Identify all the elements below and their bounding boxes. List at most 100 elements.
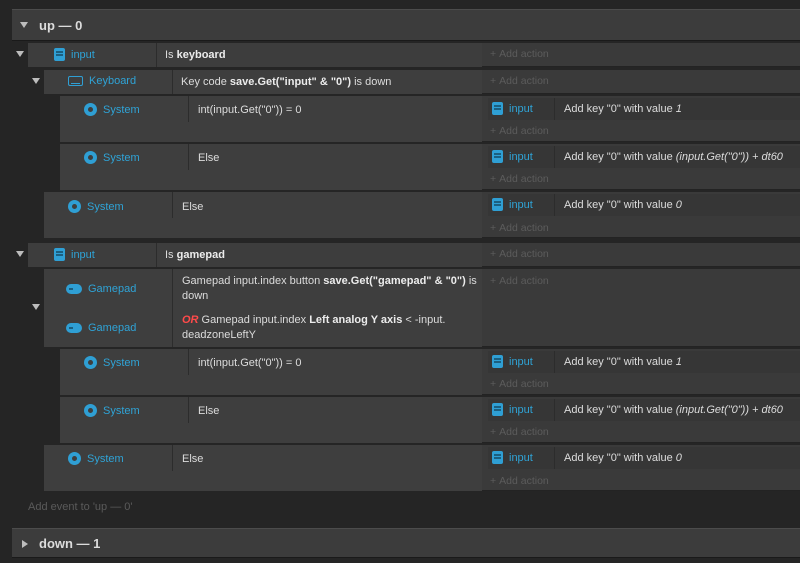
array-object-icon xyxy=(492,150,503,163)
expand-triangle-icon[interactable] xyxy=(22,540,28,548)
collapse-triangle-icon[interactable] xyxy=(20,22,28,28)
event-group-down[interactable]: down — 1 xyxy=(12,528,800,558)
cond-suffix: is xyxy=(465,275,477,287)
condition-object: System xyxy=(84,356,140,369)
add-action-link[interactable]: + Add action xyxy=(490,248,549,260)
array-object-icon xyxy=(492,355,503,368)
add-action-link[interactable]: + Add action xyxy=(490,125,549,137)
condition-text[interactable]: Is gamepad xyxy=(165,248,225,263)
condition-text[interactable]: Gamepad input.index button save.Get("gam… xyxy=(182,274,480,304)
gamepad-icon xyxy=(66,323,82,333)
add-action-link[interactable]: + Add action xyxy=(490,75,549,87)
add-action-label: Add action xyxy=(499,173,549,185)
plus-icon: + xyxy=(490,222,497,234)
event-row[interactable]: System int(input.Get("0")) = 0 input Add… xyxy=(60,349,800,395)
condition-block[interactable]: System Else xyxy=(60,144,482,190)
event-row[interactable]: System int(input.Get("0")) = 0 input Add… xyxy=(60,96,800,142)
action-value: 1 xyxy=(675,356,682,368)
event-row[interactable]: System Else input Add key "0" with value… xyxy=(60,397,800,443)
add-action-link[interactable]: + Add action xyxy=(490,222,549,234)
action-row[interactable]: input Add key "0" with value (input.Get(… xyxy=(488,146,800,168)
add-action-label: Add action xyxy=(499,125,549,137)
plus-icon: + xyxy=(490,125,497,137)
condition-text[interactable]: Else xyxy=(198,151,219,166)
gear-icon xyxy=(68,452,81,465)
object-name: input xyxy=(509,403,533,416)
collapse-triangle-icon[interactable] xyxy=(16,51,24,57)
plus-icon: + xyxy=(490,48,497,60)
object-name: System xyxy=(103,103,140,116)
collapse-triangle-icon[interactable] xyxy=(16,251,24,257)
cond-keyword: save.Get("gamepad" & "0") xyxy=(323,275,466,287)
action-text[interactable]: Add key "0" with value 0 xyxy=(564,198,682,213)
condition-text[interactable]: Else xyxy=(198,404,219,419)
gamepad-icon xyxy=(66,284,82,294)
event-row[interactable]: Gamepad Gamepad Gamepad input.index butt… xyxy=(44,269,800,347)
event-row[interactable]: System Else input Add key "0" with value… xyxy=(44,192,800,238)
add-action-label: Add action xyxy=(499,426,549,438)
event-row[interactable]: input Is keyboard + Add action xyxy=(28,43,800,67)
condition-block[interactable]: System Else xyxy=(60,397,482,443)
action-object: input xyxy=(492,451,533,464)
collapse-triangle-icon[interactable] xyxy=(32,304,40,310)
event-group-up[interactable]: up — 0 xyxy=(12,9,800,41)
action-row[interactable]: input Add key "0" with value 1 xyxy=(488,98,800,120)
event-row[interactable]: System Else input Add key "0" with value… xyxy=(60,144,800,190)
action-prefix: Add key "0" with value xyxy=(564,199,676,211)
event-row[interactable]: input Is gamepad + Add action xyxy=(28,243,800,267)
cond-prefix: Is xyxy=(165,49,177,61)
condition-text[interactable]: OR Gamepad input.index Left analog Y axi… xyxy=(182,313,480,343)
cond-prefix: Gamepad input.index xyxy=(198,314,310,326)
action-prefix: Add key "0" with value xyxy=(564,151,676,163)
condition-text[interactable]: Else xyxy=(182,452,203,467)
condition-text[interactable]: Else xyxy=(182,200,203,215)
plus-icon: + xyxy=(490,426,497,438)
condition-text[interactable]: int(input.Get("0")) = 0 xyxy=(198,356,302,371)
condition-block[interactable]: System int(input.Get("0")) = 0 xyxy=(60,349,482,395)
plus-icon: + xyxy=(490,173,497,185)
condition-block[interactable]: input Is gamepad xyxy=(28,243,482,267)
action-value: 0 xyxy=(675,452,682,464)
action-row[interactable]: input Add key "0" with value 0 xyxy=(488,194,800,216)
collapse-triangle-icon[interactable] xyxy=(32,78,40,84)
gear-icon xyxy=(68,200,81,213)
action-text[interactable]: Add key "0" with value 0 xyxy=(564,451,682,466)
object-name: input xyxy=(509,355,533,368)
action-row[interactable]: input Add key "0" with value 1 xyxy=(488,351,800,373)
action-row[interactable]: input Add key "0" with value (input.Get(… xyxy=(488,399,800,421)
add-action-link[interactable]: + Add action xyxy=(490,378,549,390)
or-keyword: OR xyxy=(182,314,199,326)
object-name: input xyxy=(509,150,533,163)
add-action-link[interactable]: + Add action xyxy=(490,475,549,487)
add-action-link[interactable]: + Add action xyxy=(490,426,549,438)
action-text[interactable]: Add key "0" with value (input.Get("0")) … xyxy=(564,403,783,418)
condition-block[interactable]: Keyboard Key code save.Get("input" & "0"… xyxy=(44,70,482,94)
condition-object: System xyxy=(84,404,140,417)
event-row[interactable]: Keyboard Key code save.Get("input" & "0"… xyxy=(44,70,800,94)
gear-icon xyxy=(84,103,97,116)
action-text[interactable]: Add key "0" with value (input.Get("0")) … xyxy=(564,150,783,165)
plus-icon: + xyxy=(490,248,497,260)
add-action-link[interactable]: + Add action xyxy=(490,173,549,185)
condition-text[interactable]: Is keyboard xyxy=(165,48,226,63)
action-prefix: Add key "0" with value xyxy=(564,103,676,115)
condition-block[interactable]: System Else xyxy=(44,192,482,238)
condition-block[interactable]: Gamepad Gamepad Gamepad input.index butt… xyxy=(44,269,482,347)
cond-line2: down xyxy=(182,290,209,302)
condition-object: System xyxy=(84,151,140,164)
action-row[interactable]: input Add key "0" with value 0 xyxy=(488,447,800,469)
add-action-link[interactable]: + Add action xyxy=(490,48,549,60)
action-text[interactable]: Add key "0" with value 1 xyxy=(564,102,682,117)
condition-block[interactable]: System int(input.Get("0")) = 0 xyxy=(60,96,482,142)
add-action-link[interactable]: + Add action xyxy=(490,275,549,287)
condition-text[interactable]: int(input.Get("0")) = 0 xyxy=(198,103,302,118)
action-object: input xyxy=(492,150,533,163)
condition-block[interactable]: input Is keyboard xyxy=(28,43,482,67)
object-name: System xyxy=(103,404,140,417)
add-event-link[interactable]: Add event to 'up — 0' xyxy=(28,501,133,513)
action-text[interactable]: Add key "0" with value 1 xyxy=(564,355,682,370)
event-row[interactable]: System Else input Add key "0" with value… xyxy=(44,445,800,491)
condition-text[interactable]: Key code save.Get("input" & "0") is down xyxy=(181,75,391,90)
condition-block[interactable]: System Else xyxy=(44,445,482,491)
object-name: input xyxy=(509,451,533,464)
